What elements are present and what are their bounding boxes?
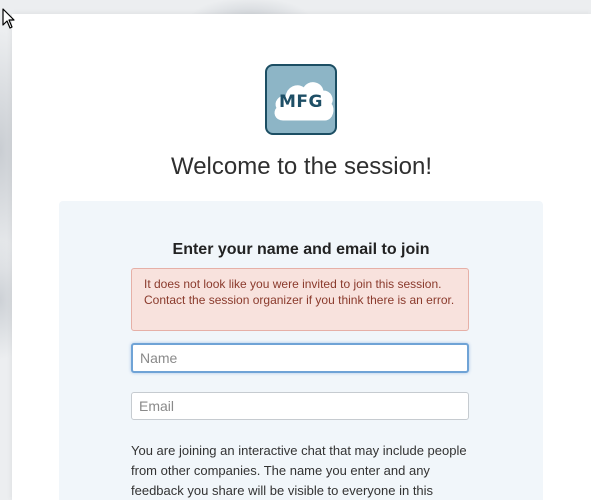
form-heading: Enter your name and email to join: [172, 241, 430, 258]
mouse-pointer-icon: [2, 8, 15, 29]
name-input[interactable]: [131, 343, 469, 373]
chat-disclaimer: You are joining an interactive chat that…: [131, 443, 467, 498]
mfg-logo: MFG: [265, 64, 337, 135]
not-invited-alert: It does not look like you were invited t…: [131, 268, 469, 331]
email-input[interactable]: [131, 392, 469, 420]
page-title: Welcome to the session!: [170, 153, 432, 180]
logo-text: MFG: [279, 92, 323, 112]
join-form-panel: Enter your name and email to join It doe…: [59, 201, 543, 500]
join-session-dialog: MFG Welcome to the session! Enter your n…: [12, 14, 591, 500]
